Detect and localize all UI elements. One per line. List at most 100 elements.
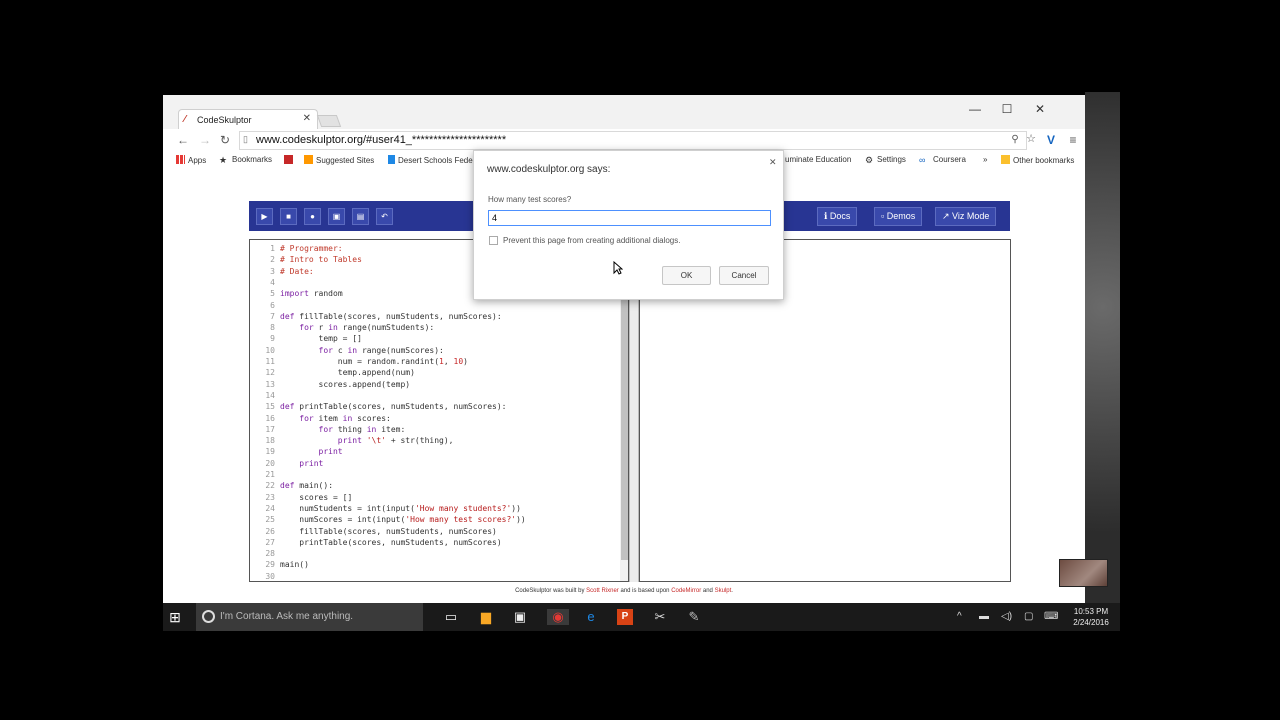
code-line[interactable]: main() bbox=[280, 559, 309, 570]
apps-icon bbox=[176, 155, 185, 164]
code-line[interactable]: # Intro to Tables bbox=[280, 254, 362, 265]
code-line[interactable]: def printTable(scores, numStudents, numS… bbox=[280, 401, 507, 412]
code-line[interactable]: print bbox=[280, 446, 343, 457]
code-line[interactable]: numStudents = int(input('How many studen… bbox=[280, 503, 521, 514]
code-line[interactable]: print bbox=[280, 458, 323, 469]
code-line[interactable]: for c in range(numScores): bbox=[280, 345, 444, 356]
app-icon[interactable]: ✎ bbox=[686, 609, 702, 625]
author-link[interactable]: Scott Rixner bbox=[586, 588, 619, 594]
new-tab-button[interactable] bbox=[316, 115, 342, 127]
line-number: 5 bbox=[270, 289, 275, 299]
line-number: 23 bbox=[265, 492, 275, 502]
dialog-close-icon[interactable]: ✕ bbox=[769, 157, 777, 168]
download-icon[interactable]: ▤ bbox=[352, 208, 369, 225]
back-arrow-icon[interactable]: ← bbox=[175, 132, 191, 148]
browser-tab[interactable]: ⁄ CodeSkulptor ✕ bbox=[178, 109, 318, 129]
run-icon[interactable]: ▶ bbox=[256, 208, 273, 225]
code-line[interactable]: for r in range(numStudents): bbox=[280, 322, 434, 333]
code-line[interactable]: num = random.randint(1, 10) bbox=[280, 356, 468, 367]
line-number: 10 bbox=[265, 345, 275, 355]
ok-button[interactable]: OK bbox=[662, 266, 711, 285]
cancel-button[interactable]: Cancel bbox=[719, 266, 769, 285]
dialog-input[interactable] bbox=[488, 210, 771, 226]
zoom-icon[interactable]: ⚲ bbox=[1007, 132, 1023, 148]
line-number: 6 bbox=[270, 300, 275, 310]
address-bar[interactable]: ▯ www.codeskulptor.org/#user41_*********… bbox=[239, 131, 1027, 150]
bookmark-other[interactable]: Other bookmarks bbox=[1001, 155, 1074, 165]
bookmarks-overflow-icon[interactable]: » bbox=[983, 155, 987, 164]
maximize-icon[interactable]: ☐ bbox=[992, 99, 1022, 119]
suggested-sites-icon bbox=[304, 155, 313, 164]
cortana-search-box[interactable]: I'm Cortana. Ask me anything. bbox=[196, 603, 423, 631]
snipping-tool-icon[interactable]: ✂ bbox=[652, 609, 668, 625]
page-icon: ▯ bbox=[243, 134, 248, 144]
code-line[interactable]: for item in scores: bbox=[280, 413, 391, 424]
menu-icon[interactable]: ≡ bbox=[1065, 132, 1081, 148]
star-icon[interactable]: ☆ bbox=[1023, 131, 1039, 147]
docs-button[interactable]: ℹ Docs bbox=[817, 207, 858, 226]
windows-start-icon[interactable]: ⊞ bbox=[167, 609, 183, 625]
line-number: 8 bbox=[270, 323, 275, 333]
line-number: 24 bbox=[265, 503, 275, 513]
store-icon[interactable]: ▣ bbox=[512, 609, 528, 625]
prevent-dialogs-checkbox[interactable] bbox=[489, 236, 498, 245]
code-line[interactable]: scores.append(temp) bbox=[280, 379, 411, 390]
file-explorer-icon[interactable]: ▆ bbox=[478, 609, 494, 625]
code-line[interactable]: # Programmer: bbox=[280, 243, 343, 254]
line-number: 16 bbox=[265, 413, 275, 423]
keyboard-icon[interactable]: ⌨ bbox=[1044, 611, 1058, 622]
extension-icon[interactable]: V bbox=[1043, 132, 1059, 148]
cortana-icon bbox=[202, 610, 215, 623]
line-number: 7 bbox=[270, 311, 275, 321]
page-footer: CodeSkulptor was built by Scott Rixner a… bbox=[515, 588, 733, 594]
codemirror-link[interactable]: CodeMirror bbox=[671, 588, 701, 594]
close-window-icon[interactable]: ✕ bbox=[1025, 99, 1055, 119]
powerpoint-icon[interactable]: P bbox=[617, 609, 633, 625]
code-line[interactable]: # Date: bbox=[280, 266, 314, 277]
reload-icon[interactable]: ↻ bbox=[217, 132, 233, 148]
bookmark-favicon[interactable] bbox=[284, 155, 296, 165]
system-clock[interactable]: 10:53 PM 2/24/2016 bbox=[1066, 606, 1116, 628]
notification-icon[interactable]: ▢ bbox=[1024, 611, 1033, 622]
bookmark-bookmarks[interactable]: ★ Bookmarks bbox=[219, 155, 272, 165]
code-line[interactable]: temp.append(num) bbox=[280, 367, 415, 378]
bookmark-site-icon bbox=[284, 155, 293, 164]
undo-icon[interactable]: ↶ bbox=[376, 208, 393, 225]
bookmark-coursera[interactable]: ∞ Coursera bbox=[919, 155, 966, 165]
skulpt-link[interactable]: Skulpt bbox=[715, 588, 732, 594]
line-number: 17 bbox=[265, 424, 275, 434]
codeskulptor-favicon-icon: ⁄ bbox=[184, 114, 186, 125]
code-line[interactable]: for thing in item: bbox=[280, 424, 406, 435]
demos-button[interactable]: ▫ Demos bbox=[874, 207, 923, 226]
volume-icon[interactable]: ◁) bbox=[1001, 611, 1012, 622]
code-line[interactable]: printTable(scores, numStudents, numScore… bbox=[280, 537, 501, 548]
battery-icon[interactable]: ▬ bbox=[979, 611, 989, 622]
code-line[interactable]: import random bbox=[280, 288, 343, 299]
code-line[interactable]: fillTable(scores, numStudents, numScores… bbox=[280, 526, 497, 537]
stop-icon[interactable]: ■ bbox=[280, 208, 297, 225]
code-line[interactable]: scores = [] bbox=[280, 492, 352, 503]
tray-overflow-icon[interactable]: ^ bbox=[957, 611, 962, 622]
edge-icon[interactable]: e bbox=[583, 609, 599, 625]
tab-close-icon[interactable]: ✕ bbox=[303, 113, 311, 124]
forward-arrow-icon[interactable]: → bbox=[197, 132, 213, 148]
code-line[interactable]: def fillTable(scores, numStudents, numSc… bbox=[280, 311, 502, 322]
bookmark-suggested-sites[interactable]: Suggested Sites bbox=[304, 155, 374, 165]
code-line[interactable]: print '\t' + str(thing), bbox=[280, 435, 454, 446]
bookmark-apps[interactable]: Apps bbox=[176, 155, 206, 165]
bookmark-desert-schools[interactable]: Desert Schools Fede bbox=[388, 155, 473, 165]
viz-mode-button[interactable]: ↗ Viz Mode bbox=[935, 207, 997, 226]
task-view-icon[interactable]: ▭ bbox=[443, 609, 459, 625]
chrome-icon[interactable]: ◉ bbox=[547, 609, 569, 625]
code-line[interactable]: numScores = int(input('How many test sco… bbox=[280, 514, 525, 525]
editor-scrollbar-thumb[interactable] bbox=[621, 298, 628, 560]
title-bar: ⁄ CodeSkulptor ✕ — ☐ ✕ bbox=[163, 95, 1085, 129]
bookmark-illuminate-education[interactable]: uminate Education bbox=[785, 155, 851, 164]
code-line[interactable]: temp = [] bbox=[280, 333, 362, 344]
minimize-icon[interactable]: — bbox=[960, 99, 990, 119]
code-line[interactable]: def main(): bbox=[280, 480, 333, 491]
save-icon[interactable]: ▣ bbox=[328, 208, 345, 225]
line-number: 9 bbox=[270, 334, 275, 344]
bookmark-settings[interactable]: ⚙ Settings bbox=[865, 155, 906, 165]
reset-icon[interactable]: ● bbox=[304, 208, 321, 225]
